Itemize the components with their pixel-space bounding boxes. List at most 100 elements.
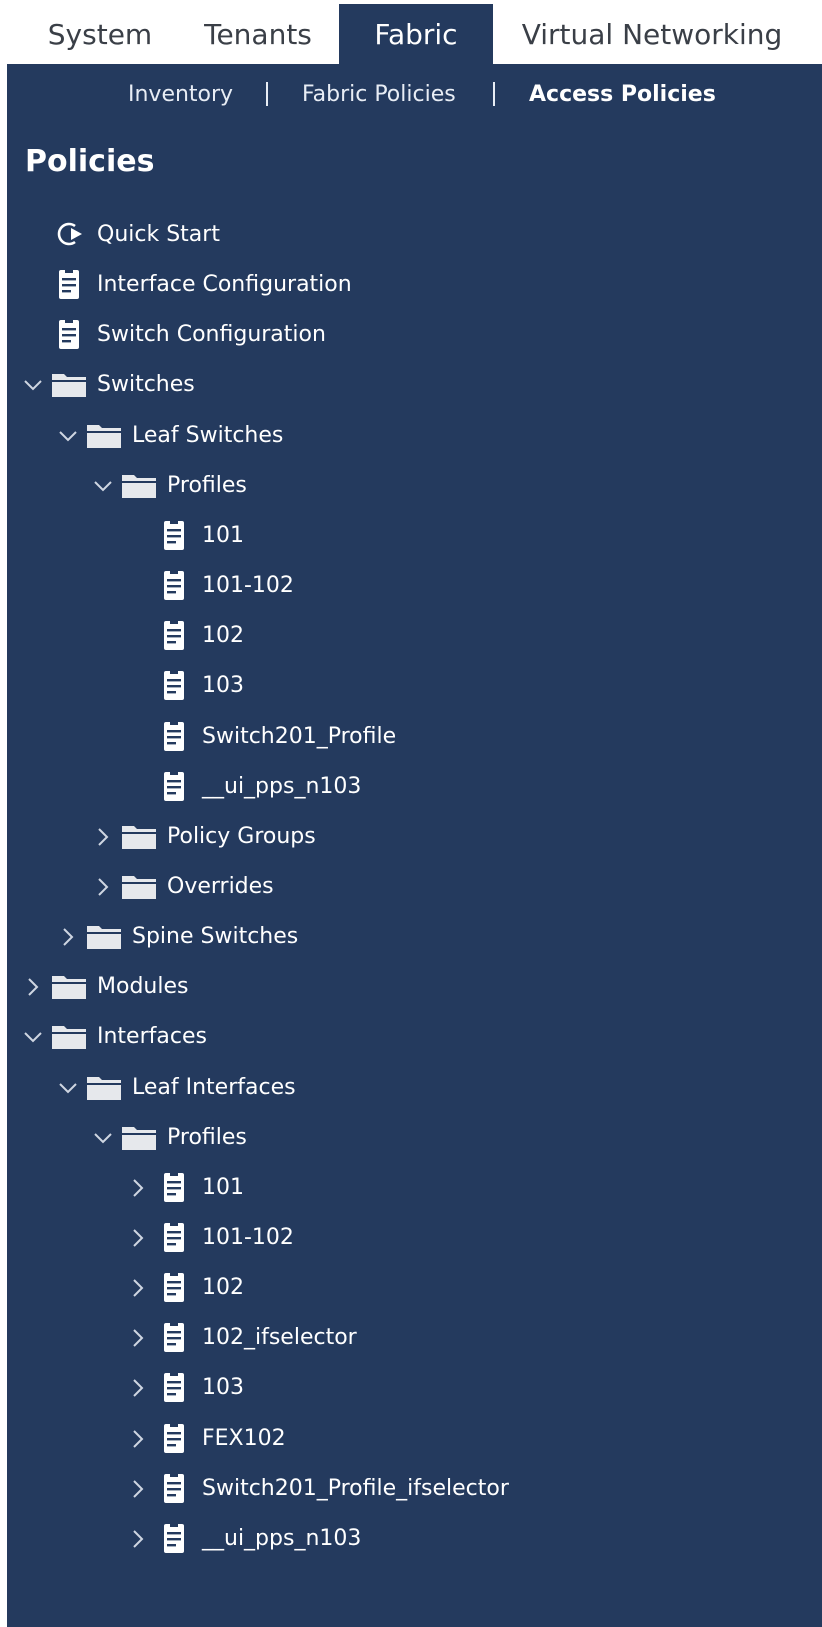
tree-item[interactable]: 101 xyxy=(7,513,822,559)
sub-navigation: Inventory Fabric Policies Access Policie… xyxy=(7,64,822,126)
tree-item[interactable]: 101-102 xyxy=(7,563,822,609)
quick-start-icon xyxy=(49,216,89,252)
chevron-down-icon[interactable] xyxy=(19,1022,47,1052)
tree-item-label: Leaf Interfaces xyxy=(132,1074,296,1100)
tree-item-label: Switch201_Profile_ifselector xyxy=(202,1475,509,1501)
folder-icon xyxy=(119,467,159,503)
subnav-divider xyxy=(493,82,495,106)
tree-item[interactable]: 103 xyxy=(7,663,822,709)
chevron-right-icon[interactable] xyxy=(124,1173,152,1203)
tree-item[interactable]: __ui_pps_n103 xyxy=(7,1516,822,1562)
subnav-divider xyxy=(266,82,268,106)
document-icon xyxy=(154,1269,194,1305)
tree-item[interactable]: Quick Start xyxy=(7,212,822,258)
chevron-right-icon[interactable] xyxy=(124,1223,152,1253)
tree-item-label: 102 xyxy=(202,623,244,649)
folder-icon xyxy=(49,1018,89,1054)
tree-item-label: Interfaces xyxy=(97,1024,207,1050)
chevron-right-icon[interactable] xyxy=(124,1524,152,1554)
chevron-right-icon[interactable] xyxy=(89,872,117,902)
tree-item-label: Modules xyxy=(97,974,189,1000)
tree-item[interactable]: Switch201_Profile xyxy=(7,714,822,760)
tree-item[interactable]: Spine Switches xyxy=(7,914,822,960)
chevron-down-icon[interactable] xyxy=(89,471,117,501)
chevron-right-icon[interactable] xyxy=(124,1424,152,1454)
tree-item-label: Switch201_Profile xyxy=(202,723,397,749)
document-icon xyxy=(49,266,89,302)
tab-system[interactable]: System xyxy=(30,4,170,64)
tree-item-label: Profiles xyxy=(167,1124,247,1150)
document-icon xyxy=(154,1520,194,1556)
tree-item-label: Interface Configuration xyxy=(97,272,352,298)
chevron-right-icon[interactable] xyxy=(89,822,117,852)
tree-item[interactable]: 101-102 xyxy=(7,1215,822,1261)
tree-item-label: __ui_pps_n103 xyxy=(202,1525,362,1551)
chevron-right-icon[interactable] xyxy=(54,922,82,952)
tree-item[interactable]: Switches xyxy=(7,362,822,408)
tree-item[interactable]: 102_ifselector xyxy=(7,1315,822,1361)
chevron-down-icon[interactable] xyxy=(54,421,82,451)
document-icon xyxy=(49,316,89,352)
chevron-down-icon[interactable] xyxy=(19,370,47,400)
tree-item-label: Profiles xyxy=(167,472,247,498)
tree-item-label: 101-102 xyxy=(202,573,294,599)
chevron-down-icon[interactable] xyxy=(54,1073,82,1103)
tree-item-label: 102_ifselector xyxy=(202,1325,357,1351)
app-window: System Tenants Fabric Virtual Networking… xyxy=(0,0,822,1627)
tree-item[interactable]: 103 xyxy=(7,1365,822,1411)
tree-item[interactable]: Profiles xyxy=(7,1115,822,1161)
document-icon xyxy=(154,517,194,553)
tree-item[interactable]: Leaf Switches xyxy=(7,413,822,459)
tree-item[interactable]: Overrides xyxy=(7,864,822,910)
tree-item[interactable]: FEX102 xyxy=(7,1416,822,1462)
tree-item[interactable]: __ui_pps_n103 xyxy=(7,764,822,810)
subnav-inventory[interactable]: Inventory xyxy=(128,78,233,112)
folder-icon xyxy=(84,1069,124,1105)
folder-icon xyxy=(84,417,124,453)
folder-icon xyxy=(84,918,124,954)
tab-tenants[interactable]: Tenants xyxy=(188,4,328,64)
document-icon xyxy=(154,718,194,754)
document-icon xyxy=(154,1470,194,1506)
chevron-right-icon[interactable] xyxy=(19,972,47,1002)
tree-item[interactable]: Switch201_Profile_ifselector xyxy=(7,1466,822,1512)
tree-item-label: 101-102 xyxy=(202,1225,294,1250)
tree-item[interactable]: 102 xyxy=(7,613,822,659)
tree-item-label: Policy Groups xyxy=(167,823,316,849)
chevron-right-icon[interactable] xyxy=(124,1323,152,1353)
tab-virtual-networking[interactable]: Virtual Networking xyxy=(512,4,792,64)
tree-item-label: FEX102 xyxy=(202,1425,286,1451)
subnav-fabric-policies[interactable]: Fabric Policies xyxy=(302,78,456,112)
tree-item[interactable]: Profiles xyxy=(7,463,822,509)
tree-item[interactable]: Interface Configuration xyxy=(7,262,822,308)
document-icon xyxy=(154,1319,194,1355)
folder-icon xyxy=(49,968,89,1004)
subnav-access-policies[interactable]: Access Policies xyxy=(529,78,716,112)
access-policies-panel: Inventory Fabric Policies Access Policie… xyxy=(7,64,822,1627)
document-icon xyxy=(154,1219,194,1255)
chevron-right-icon[interactable] xyxy=(124,1373,152,1403)
document-icon xyxy=(154,1369,194,1405)
tree-item[interactable]: 101 xyxy=(7,1165,822,1211)
folder-icon xyxy=(119,1119,159,1155)
tree-item-label: Switch Configuration xyxy=(97,322,326,348)
tree-item-label: 102 xyxy=(202,1275,244,1301)
document-icon xyxy=(154,667,194,703)
tree-item-label: __ui_pps_n103 xyxy=(202,773,362,799)
chevron-right-icon[interactable] xyxy=(124,1474,152,1504)
tree-item[interactable]: Policy Groups xyxy=(7,814,822,860)
tree-item[interactable]: 102 xyxy=(7,1265,822,1311)
tree-item-label: 103 xyxy=(202,673,244,699)
tree-item[interactable]: Modules xyxy=(7,964,822,1010)
document-icon xyxy=(154,1420,194,1456)
folder-icon xyxy=(49,366,89,402)
tree-item[interactable]: Interfaces xyxy=(7,1014,822,1060)
document-icon xyxy=(154,1169,194,1205)
tree-item-label: Leaf Switches xyxy=(132,422,284,448)
tree-item[interactable]: Switch Configuration xyxy=(7,312,822,358)
tab-fabric[interactable]: Fabric xyxy=(339,4,493,64)
chevron-down-icon[interactable] xyxy=(89,1123,117,1153)
panel-title: Policies xyxy=(25,144,155,179)
tree-item[interactable]: Leaf Interfaces xyxy=(7,1065,822,1111)
chevron-right-icon[interactable] xyxy=(124,1273,152,1303)
